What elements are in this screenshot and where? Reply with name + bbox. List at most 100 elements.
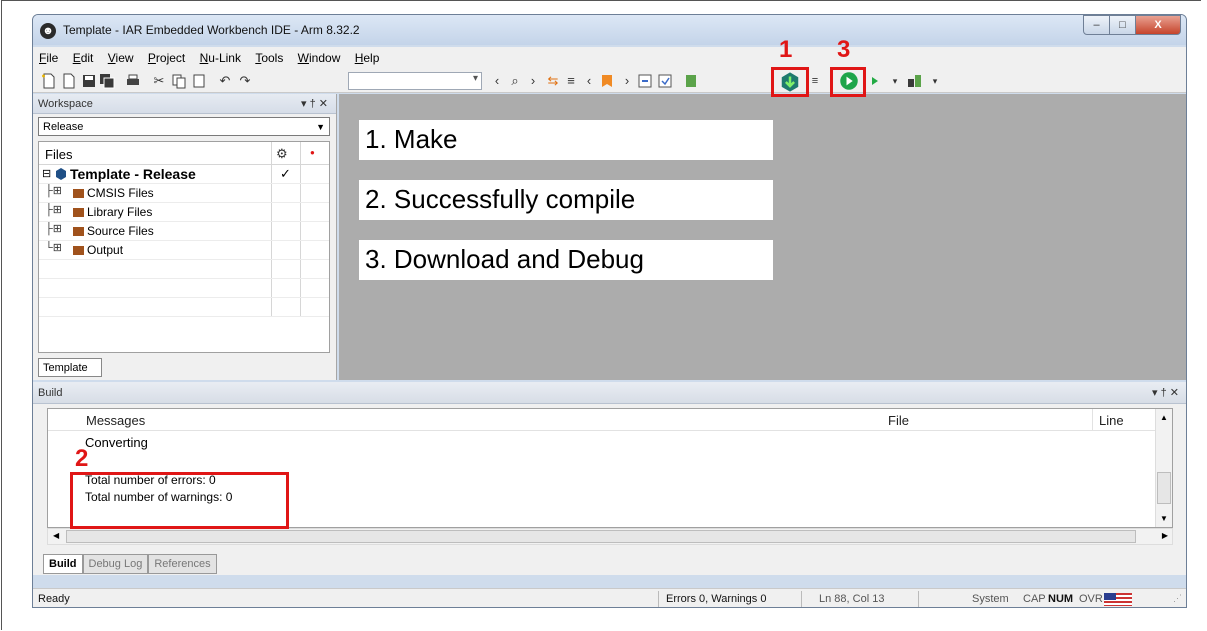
- menu-nu-link[interactable]: Nu-Link: [194, 47, 246, 65]
- menu-help[interactable]: Help: [349, 47, 385, 65]
- workspace-tab-template[interactable]: Template: [38, 358, 102, 377]
- annotation-number-1: 1: [779, 36, 793, 63]
- highlight-make-button: [771, 67, 809, 97]
- debug-layout-icon[interactable]: [907, 73, 923, 89]
- us-flag-icon[interactable]: [1104, 593, 1132, 606]
- stop-build-icon[interactable]: ≡: [807, 73, 823, 89]
- workspace-panel: Workspace ▾ † ✕ Release ▼ Files ⚙ ● ⊟ Te…: [33, 94, 337, 380]
- tab-references[interactable]: References: [148, 554, 217, 574]
- folder-icon: [73, 189, 84, 198]
- annotation-number-3: 3: [837, 36, 851, 63]
- save-all-icon[interactable]: [99, 73, 115, 89]
- chevron-right-icon[interactable]: ›: [525, 73, 541, 89]
- cut-icon[interactable]: ✂: [151, 73, 167, 89]
- close-button[interactable]: X: [1135, 15, 1181, 35]
- expand-icon[interactable]: └⊞: [45, 241, 62, 254]
- scroll-down-icon[interactable]: ▼: [1160, 514, 1168, 523]
- group-label: Source Files: [87, 224, 154, 238]
- files-column-header[interactable]: Files: [45, 147, 72, 162]
- maximize-button[interactable]: □: [1109, 15, 1136, 35]
- copy-icon[interactable]: [171, 73, 187, 89]
- undo-icon[interactable]: ↶: [217, 73, 233, 89]
- print-icon[interactable]: [125, 73, 141, 89]
- workspace-header-controls[interactable]: ▾ † ✕: [301, 97, 328, 110]
- highlight-debug-button: [830, 67, 866, 97]
- red-dot-icon[interactable]: ●: [310, 148, 315, 157]
- redo-icon[interactable]: ↷: [237, 73, 253, 89]
- tab-debug-log[interactable]: Debug Log: [82, 554, 149, 574]
- title-bar[interactable]: ☻ Template - IAR Embedded Workbench IDE …: [33, 15, 1186, 45]
- workspace-header: Workspace ▾ † ✕: [33, 94, 336, 114]
- find-in-files-icon[interactable]: ⇆: [545, 73, 561, 89]
- scroll-up-icon[interactable]: ▲: [1160, 413, 1168, 422]
- editor-area: 1. Make 2. Successfully compile 3. Downl…: [339, 94, 1186, 380]
- note-compile: 2. Successfully compile: [359, 180, 773, 220]
- tree-row-project[interactable]: ⊟ Template - Release ✓: [39, 165, 329, 184]
- save-icon[interactable]: [81, 73, 97, 89]
- status-cursor-position: Ln 88, Col 13: [819, 593, 885, 605]
- checkmark-icon: ✓: [280, 166, 291, 181]
- bookmark-icon[interactable]: [599, 73, 615, 89]
- select-arrow-icon: ▼: [316, 122, 325, 132]
- indent-icon[interactable]: ≡: [563, 73, 579, 89]
- paste-icon[interactable]: [191, 73, 207, 89]
- tree-row-group[interactable]: ├⊞ Source Files: [39, 222, 329, 241]
- expand-icon[interactable]: ├⊞: [45, 184, 62, 197]
- build-header-controls[interactable]: ▾ † ✕: [1152, 386, 1179, 399]
- collapse-icon[interactable]: ⊟: [42, 167, 51, 180]
- menu-view[interactable]: View: [102, 47, 139, 65]
- menu-edit[interactable]: Edit: [67, 47, 99, 65]
- ide-window: ☻ Template - IAR Embedded Workbench IDE …: [32, 14, 1187, 608]
- tab-build[interactable]: Build: [43, 554, 83, 574]
- build-message-converting[interactable]: Converting: [85, 435, 148, 450]
- status-num: NUM: [1048, 593, 1074, 605]
- folder-icon: [73, 208, 84, 217]
- expand-icon[interactable]: ├⊞: [45, 222, 62, 235]
- check-file-icon[interactable]: [657, 73, 673, 89]
- scroll-right-icon[interactable]: ▶: [1162, 531, 1168, 540]
- resize-grip-icon[interactable]: ⋰: [1173, 593, 1182, 604]
- menu-tools[interactable]: Tools: [249, 47, 288, 65]
- status-ovr: OVR: [1079, 593, 1103, 605]
- expand-icon[interactable]: ├⊞: [45, 203, 62, 216]
- find-combo[interactable]: ▾: [348, 72, 482, 90]
- tree-row-group[interactable]: ├⊞ Library Files: [39, 203, 329, 222]
- status-system: System: [972, 593, 1009, 605]
- find-icon[interactable]: ⌕: [507, 73, 523, 89]
- app-logo-icon: ☻: [40, 23, 56, 39]
- toolbar: ✂ ↶ ↷ ▾ ‹ ⌕ › ⇆ ≡ ‹ › ≡ ▾ ▾: [33, 69, 1186, 93]
- prev-bookmark-icon[interactable]: ‹: [581, 73, 597, 89]
- gear-icon[interactable]: ⚙: [276, 146, 288, 162]
- vertical-scrollbar[interactable]: ▲ ▼: [1155, 409, 1172, 527]
- next-bookmark-icon[interactable]: ›: [619, 73, 635, 89]
- project-icon: [56, 168, 66, 180]
- folder-icon: [73, 227, 84, 236]
- hscroll-thumb[interactable]: [66, 530, 1136, 543]
- status-bar: Ready Errors 0, Warnings 0 Ln 88, Col 13…: [33, 588, 1186, 607]
- menu-bar: File Edit View Project Nu-Link Tools Win…: [33, 47, 1186, 69]
- menu-file[interactable]: File: [33, 47, 63, 65]
- menu-window[interactable]: Window: [292, 47, 346, 65]
- tree-row-group[interactable]: └⊞ Output: [39, 241, 329, 260]
- file-column-header[interactable]: File: [888, 413, 909, 428]
- toolbar-overflow-2-icon[interactable]: ▾: [927, 73, 943, 89]
- toolbar-overflow-icon[interactable]: ▾: [887, 73, 903, 89]
- configuration-select[interactable]: Release ▼: [38, 117, 330, 136]
- minimize-button[interactable]: –: [1083, 15, 1110, 35]
- line-column-header[interactable]: Line: [1099, 413, 1124, 428]
- tree-row-group[interactable]: ├⊞ CMSIS Files: [39, 184, 329, 203]
- menu-project[interactable]: Project: [142, 47, 190, 65]
- file-tree-header: Files ⚙ ●: [39, 142, 329, 165]
- scroll-left-icon[interactable]: ◀: [53, 531, 59, 540]
- chevron-left-icon[interactable]: ‹: [489, 73, 505, 89]
- messages-column-header[interactable]: Messages: [86, 413, 145, 428]
- debug-without-download-icon[interactable]: [867, 73, 883, 89]
- note-debug: 3. Download and Debug: [359, 240, 773, 280]
- scroll-thumb[interactable]: [1157, 472, 1171, 504]
- build-list-header: Messages File Line: [48, 409, 1172, 431]
- build-icon[interactable]: [683, 73, 699, 89]
- compile-icon[interactable]: [637, 73, 653, 89]
- horizontal-scrollbar[interactable]: ◀ ▶: [47, 528, 1173, 545]
- new-document-icon[interactable]: [61, 73, 77, 89]
- new-file-icon[interactable]: [41, 73, 57, 89]
